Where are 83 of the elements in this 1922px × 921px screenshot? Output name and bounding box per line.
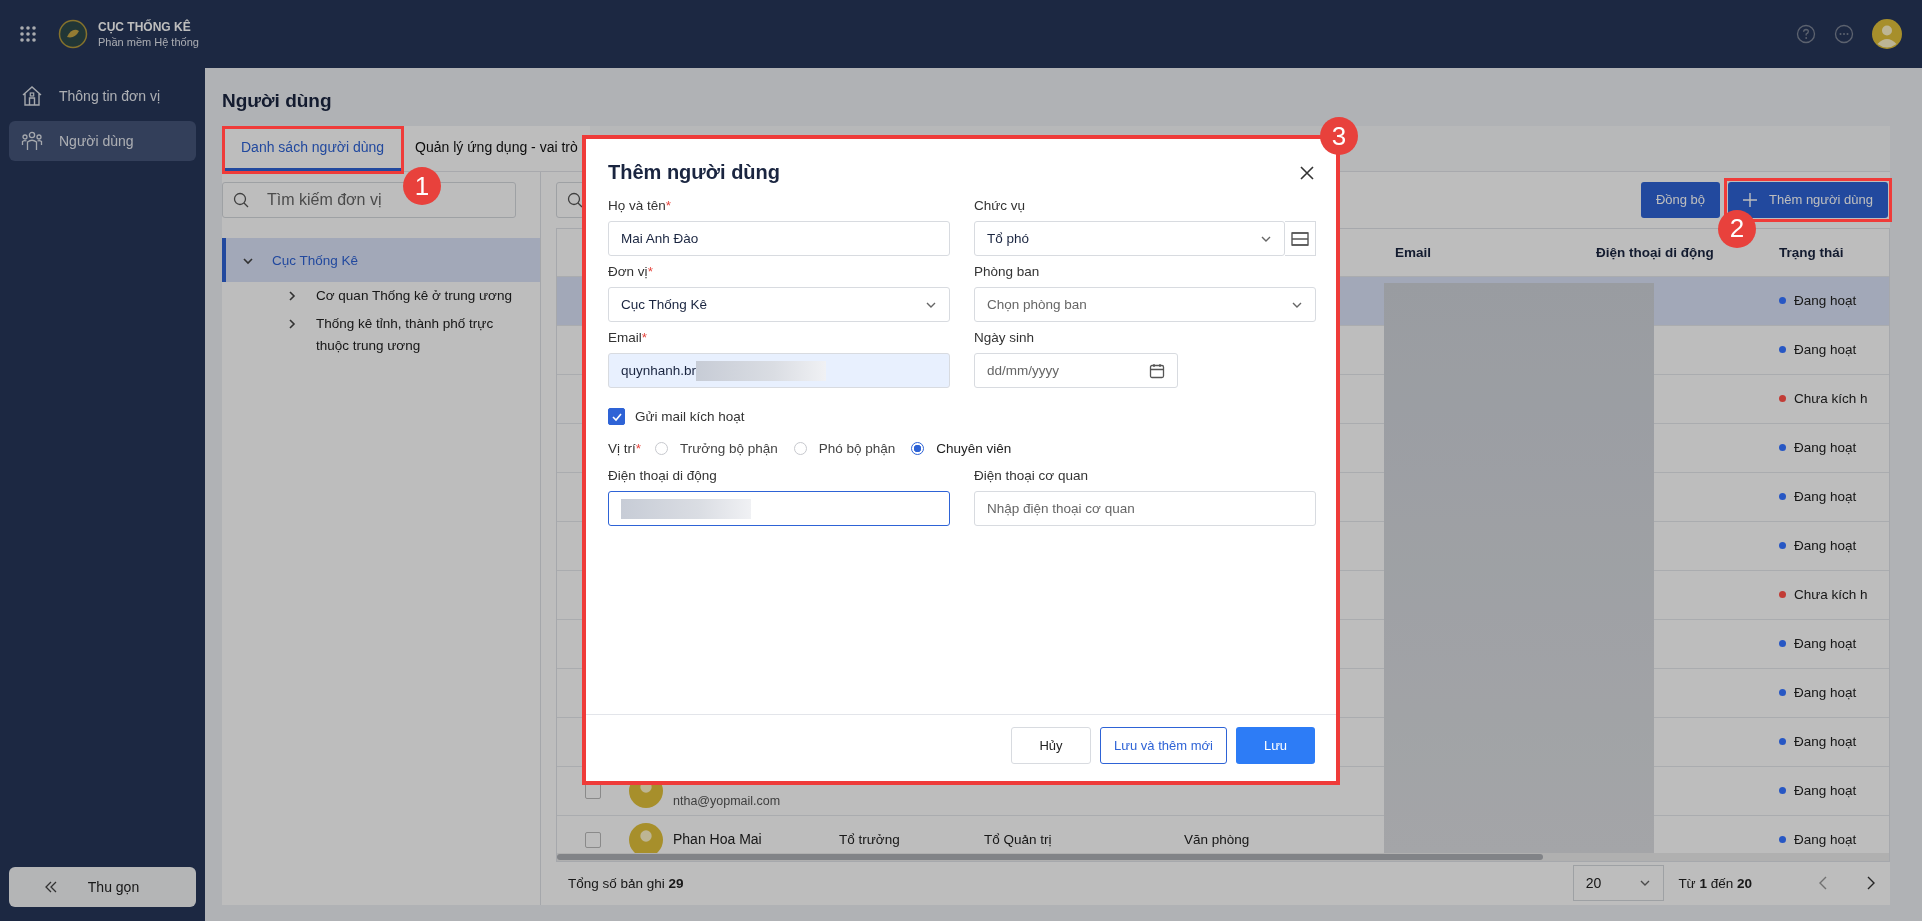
- status-text: Đang hoạt: [1794, 293, 1857, 309]
- users-icon: [21, 130, 43, 152]
- select-field[interactable]: Tổ phó: [974, 221, 1285, 256]
- search-icon: [233, 192, 249, 208]
- radio-label: Chuyên viên: [936, 441, 1012, 456]
- row-checkbox[interactable]: [585, 831, 601, 848]
- home-icon: [21, 85, 43, 107]
- app-name: Phần mềm Hệ thống: [98, 36, 199, 48]
- close-icon[interactable]: [1300, 165, 1314, 180]
- table-cell: Văn phòng: [1184, 832, 1250, 848]
- column-header: Trạng thái: [1779, 244, 1844, 260]
- step-badge: 3: [1320, 117, 1358, 155]
- list-button[interactable]: [1285, 221, 1316, 256]
- plus-icon: [1743, 192, 1758, 207]
- input-field[interactable]: [608, 491, 950, 526]
- collapse-button[interactable]: Thu gọn: [9, 867, 196, 907]
- input-field[interactable]: Mai Anh Đào: [608, 221, 950, 256]
- field-label: Phòng ban: [974, 264, 1041, 279]
- double-chevron-left-icon: [43, 880, 58, 894]
- sidebar-item[interactable]: Thông tin đơn vị: [9, 76, 196, 116]
- status-text: Đang hoạt: [1794, 538, 1857, 554]
- status-text: Đang hoạt: [1794, 489, 1857, 505]
- user-email: ntha@yopmail.com: [673, 793, 781, 808]
- more-icon[interactable]: [1834, 24, 1854, 44]
- app-grid-icon[interactable]: [20, 26, 36, 42]
- column-header: Điện thoại di động: [1596, 244, 1714, 260]
- page-range: Từ 1 đến 20: [1678, 875, 1752, 891]
- field-label: Ngày sinh: [974, 330, 1036, 345]
- avatar: [629, 822, 663, 853]
- page-size-select[interactable]: 20: [1572, 865, 1665, 902]
- tree-item[interactable]: Thống kê tỉnh, thành phố trực thuộc trung ương: [222, 310, 540, 360]
- cancel-button[interactable]: Hủy: [1011, 726, 1091, 764]
- step-badge: 2: [1718, 209, 1757, 248]
- date-field[interactable]: dd/mm/yyyy: [974, 353, 1178, 388]
- sync-button[interactable]: Đồng bộ: [1640, 181, 1721, 218]
- step-badge: 1: [403, 167, 442, 205]
- status-text: Đang hoạt: [1794, 342, 1857, 358]
- search-icon: [567, 191, 583, 208]
- org-name: CỤC THỐNG KÊ: [98, 20, 192, 34]
- page-title: Người dùng: [222, 90, 333, 112]
- tree-item[interactable]: Cục Thống Kê: [222, 238, 540, 282]
- status-text: Đang hoạt: [1794, 734, 1857, 750]
- radio-button[interactable]: [911, 442, 925, 455]
- emblem-logo-icon: [58, 19, 88, 49]
- tree-item[interactable]: Cơ quan Thống kê ở trung ương: [222, 282, 540, 310]
- field-label: Vị trí*: [608, 441, 642, 456]
- save-and-new-button[interactable]: Lưu và thêm mới: [1100, 726, 1227, 764]
- status-text: Đang hoạt: [1794, 685, 1857, 701]
- field-label: Họ và tên*: [608, 198, 673, 213]
- field-label: Điện thoại di động: [608, 468, 718, 483]
- status-text: Chưa kích h: [1794, 587, 1868, 603]
- add-user-button[interactable]: Thêm người dùng: [1728, 181, 1888, 218]
- status-text: Chưa kích h: [1794, 391, 1868, 407]
- user-avatar[interactable]: [1872, 19, 1902, 49]
- field-label: Đơn vị*: [608, 264, 654, 279]
- checkbox-label: Gửi mail kích hoạt: [635, 409, 745, 424]
- status-text: Đang hoạt: [1794, 832, 1857, 848]
- total-records: Tổng số bản ghi 29: [568, 875, 684, 891]
- column-header: Email: [1395, 244, 1432, 260]
- status-text: Đang hoạt: [1794, 440, 1857, 456]
- table-cell: Tổ trưởng: [839, 832, 900, 848]
- field-label: Email*: [608, 330, 649, 345]
- input-field[interactable]: quynhanh.br: [608, 353, 950, 388]
- save-button[interactable]: Lưu: [1236, 726, 1315, 764]
- radio-label: Phó bộ phận: [818, 441, 896, 456]
- select-field[interactable]: Chọn phòng ban: [974, 287, 1316, 322]
- checkbox[interactable]: [608, 408, 625, 425]
- status-text: Đang hoạt: [1794, 783, 1857, 799]
- user-name: Phan Hoa Mai: [673, 831, 762, 849]
- tab[interactable]: Quản lý ứng dụng - vai trò: [403, 126, 590, 171]
- field-label: Điện thoại cơ quan: [974, 468, 1089, 483]
- table-cell: Tổ Quản trị: [984, 832, 1052, 848]
- scrollbar[interactable]: [557, 853, 1543, 860]
- status-text: Đang hoạt: [1794, 636, 1857, 652]
- help-icon[interactable]: [1796, 24, 1816, 44]
- sidebar-item[interactable]: Người dùng: [9, 121, 196, 161]
- calendar-icon: [1149, 362, 1165, 379]
- list-icon: [1291, 229, 1309, 248]
- select-field[interactable]: Cục Thống Kê: [608, 287, 950, 322]
- field-label: Chức vụ: [974, 198, 1027, 213]
- dialog-title: Thêm người dùng: [608, 161, 780, 184]
- input-field[interactable]: Nhập điện thoại cơ quan: [974, 491, 1316, 526]
- radio-label: Trưởng bộ phận: [680, 441, 778, 456]
